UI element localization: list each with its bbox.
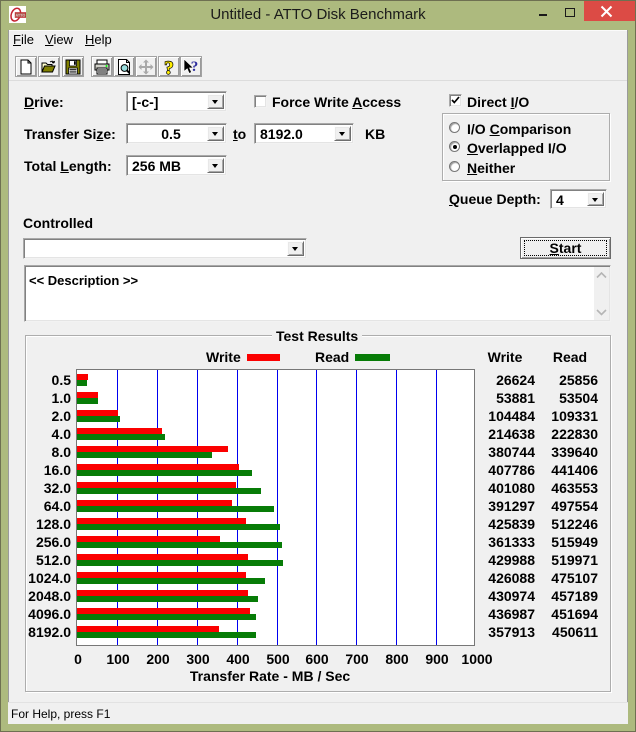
svg-text:?: ?: [164, 58, 174, 77]
svg-text:ATTO: ATTO: [15, 14, 25, 18]
